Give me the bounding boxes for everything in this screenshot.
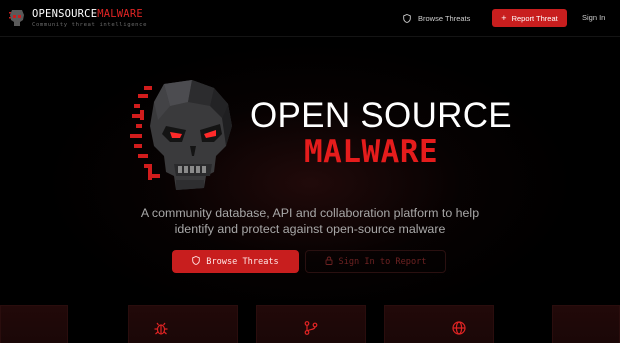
top-navigation-bar: OPENSOURCEMALWARE Community threat intel… <box>0 0 620 37</box>
nav-browse-threats[interactable]: Browse Threats <box>403 10 470 26</box>
skull-icon[interactable] <box>9 8 25 28</box>
branch-icon <box>303 320 319 336</box>
lock-icon <box>325 256 333 268</box>
shield-icon <box>192 255 201 268</box>
shield-icon <box>403 13 411 23</box>
report-threat-label: Report Threat <box>511 13 558 23</box>
glitch-skull-icon <box>130 80 236 192</box>
brand-name-open: OPENSOURCE <box>32 8 98 20</box>
plus-icon: + <box>501 12 507 23</box>
brand-tagline: Community threat intelligence <box>32 21 148 28</box>
nav-browse-threats-label: Browse Threats <box>418 13 471 23</box>
hero-subtitle: A community database, API and collaborat… <box>140 206 480 236</box>
brand-logo[interactable]: OPENSOURCEMALWARE Community threat intel… <box>32 9 147 28</box>
hero-title-line2: MALWARE <box>304 134 439 170</box>
browse-threats-button[interactable]: Browse Threats <box>172 250 299 273</box>
brand-name-malware: MALWARE <box>97 8 143 20</box>
sign-in-to-report-label: Sign In to Report <box>338 256 427 267</box>
feature-card[interactable] <box>552 305 620 343</box>
feature-card[interactable] <box>384 305 494 343</box>
brand-name: OPENSOURCEMALWARE <box>32 9 147 20</box>
browse-threats-button-label: Browse Threats <box>206 256 279 267</box>
nav-sign-in-link[interactable]: Sign In <box>582 13 605 22</box>
report-threat-button[interactable]: + Report Threat <box>492 9 567 27</box>
hero-title-line1: OPEN SOURCE <box>250 96 512 135</box>
feature-card[interactable] <box>0 305 68 343</box>
feature-card[interactable] <box>256 305 366 343</box>
feature-card[interactable] <box>128 305 238 343</box>
bug-icon <box>153 320 169 336</box>
sign-in-to-report-button[interactable]: Sign In to Report <box>305 250 446 273</box>
globe-icon <box>451 320 467 336</box>
